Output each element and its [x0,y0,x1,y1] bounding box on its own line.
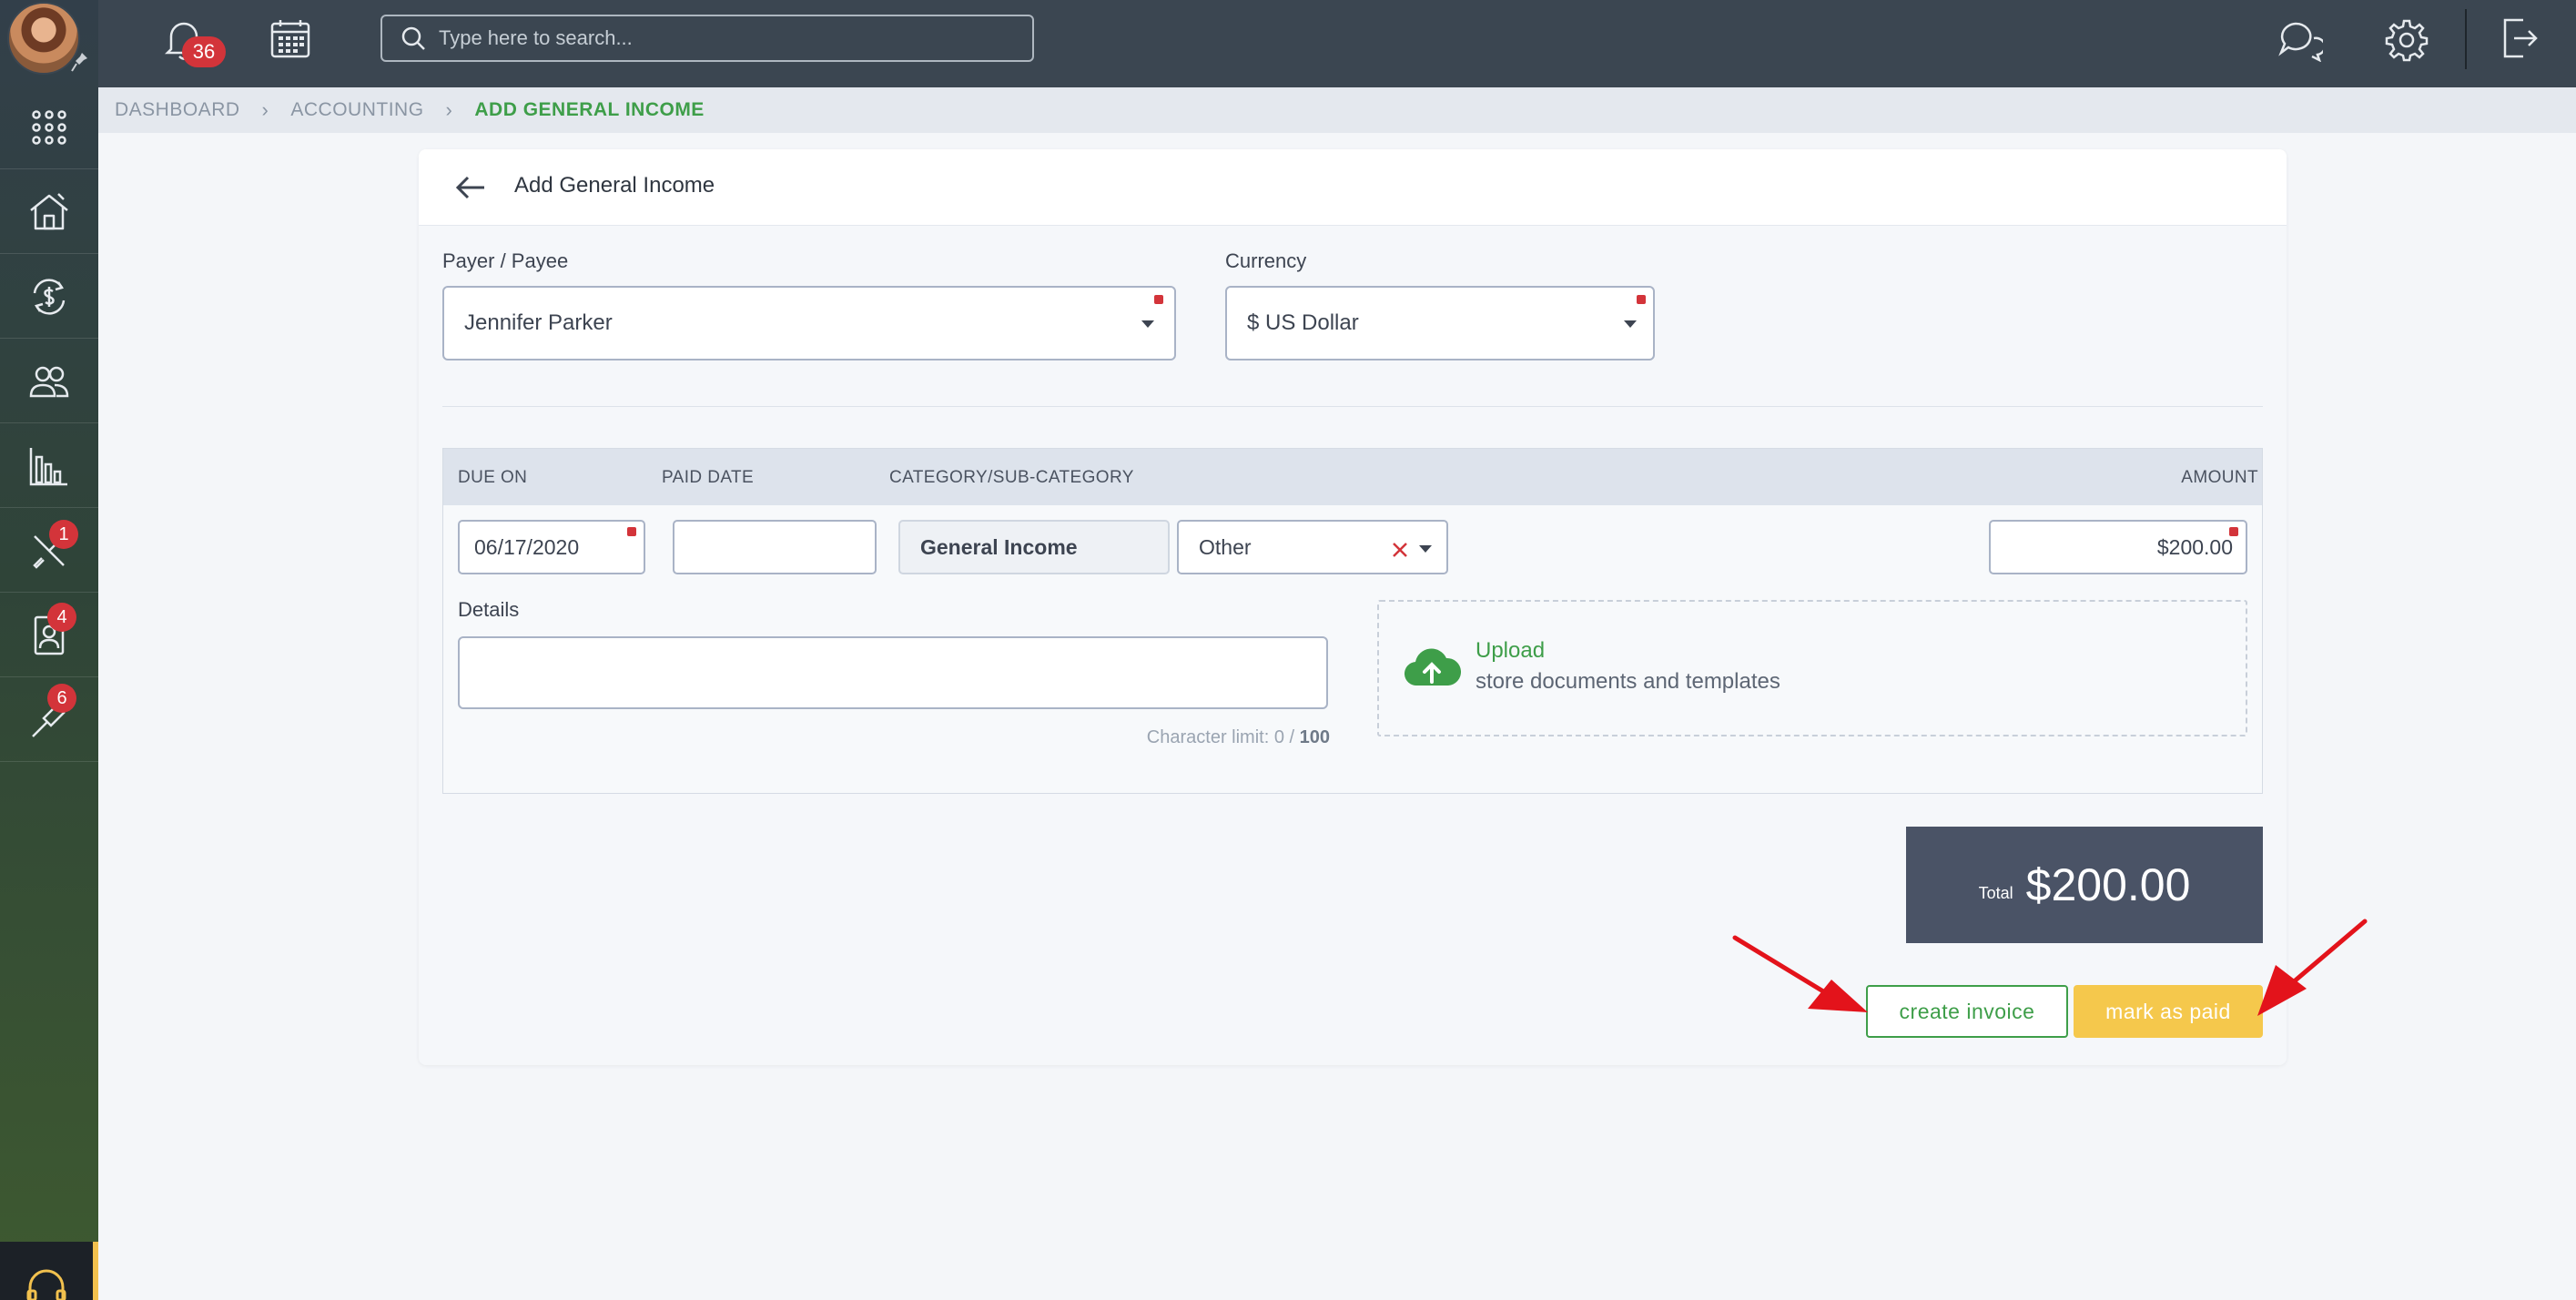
col-due-on: DUE ON [458,468,528,487]
breadcrumb-current: ADD GENERAL INCOME [474,99,705,120]
sidebar-item-properties[interactable] [0,170,98,254]
character-limit: Character limit: 0 / 100 [1147,727,1330,748]
currency-select[interactable]: $ US Dollar [1225,286,1655,361]
divider [442,406,2263,407]
sidebar-item-apps[interactable] [0,86,98,169]
maintenance-badge: 1 [49,520,78,549]
headset-icon [26,1269,66,1300]
sidebar-item-accounting[interactable] [0,255,98,339]
contacts-badge: 4 [47,603,76,632]
income-form-card: Add General Income Payer / Payee Jennife… [419,149,2287,1065]
subcategory-value: Other [1199,534,1252,559]
col-paid-date: PAID DATE [662,468,755,487]
chevron-right-icon: › [261,98,269,121]
required-indicator [1637,295,1646,304]
due-on-value: 06/17/2020 [474,534,580,559]
breadcrumb-dashboard[interactable]: DASHBOARD [115,99,240,121]
clear-icon[interactable] [1392,542,1408,558]
tools-badge: 6 [47,684,76,713]
character-limit-max: 100 [1299,727,1330,747]
total-value: $200.00 [2025,859,2191,910]
payer-select[interactable]: Jennifer Parker [442,286,1176,361]
people-icon [29,366,69,397]
apps-grid-icon [32,109,66,145]
notification-badge: 36 [182,36,226,67]
logout-icon[interactable] [2500,16,2540,60]
user-avatar[interactable] [7,2,80,75]
details-label: Details [458,598,520,621]
gear-icon[interactable] [2385,18,2429,62]
bar-chart-icon [29,447,67,485]
calendar-icon[interactable] [269,18,311,60]
details-textarea[interactable] [458,636,1328,709]
amount-value: $200.00 [2156,534,2233,559]
page-title: Add General Income [514,173,715,198]
table-header: DUE ON PAID DATE CATEGORY/SUB-CATEGORY A… [443,449,2262,505]
payer-value: Jennifer Parker [464,310,613,335]
search-input[interactable] [439,26,1003,50]
back-arrow-icon[interactable] [455,173,486,202]
sidebar: 1 4 6 [0,0,98,1300]
cloud-upload-icon [1405,648,1461,686]
support-button[interactable] [0,1242,98,1300]
sidebar-item-tools[interactable]: 6 [0,678,98,762]
currency-value: $ US Dollar [1247,310,1359,335]
character-limit-text: Character limit: 0 / [1146,727,1300,747]
card-header: Add General Income [419,149,2287,226]
caret-down-icon [1624,320,1637,328]
col-category: CATEGORY/SUB-CATEGORY [889,468,1134,487]
col-amount: AMOUNT [2181,468,2258,487]
pin-icon[interactable] [71,51,89,73]
breadcrumb-accounting[interactable]: ACCOUNTING [290,99,423,121]
total-box: Total $200.00 [1906,827,2263,943]
dollar-cycle-icon [33,278,66,315]
amount-field[interactable]: $200.00 [1989,520,2247,574]
required-indicator [2229,527,2238,536]
payer-label: Payer / Payee [442,249,569,272]
caret-down-icon [1419,545,1432,553]
category-value: General Income [920,534,1078,559]
caret-down-icon [1141,320,1154,328]
currency-label: Currency [1225,249,1307,272]
required-indicator [627,527,636,536]
top-bar: 36 [98,0,2576,87]
subcategory-select[interactable]: Other [1177,520,1448,574]
chevron-right-icon: › [445,98,453,121]
house-icon [30,192,68,229]
upload-subtitle: store documents and templates [1476,669,1780,694]
category-field: General Income [898,520,1170,574]
upload-title[interactable]: Upload [1476,638,1545,664]
sidebar-item-people[interactable] [0,340,98,423]
mark-as-paid-button[interactable]: mark as paid [2074,985,2263,1038]
income-line-table: DUE ON PAID DATE CATEGORY/SUB-CATEGORY A… [442,448,2263,794]
required-indicator [1154,295,1163,304]
sidebar-item-contacts[interactable]: 4 [0,594,98,677]
top-divider [2465,9,2467,69]
due-on-field[interactable]: 06/17/2020 [458,520,645,574]
breadcrumb: DASHBOARD › ACCOUNTING › ADD GENERAL INC… [98,87,2576,133]
annotation-arrow-right [2257,919,2368,1016]
sidebar-item-maintenance[interactable]: 1 [0,509,98,593]
upload-dropzone[interactable]: Upload store documents and templates [1377,600,2247,736]
search-icon [401,26,425,50]
search-box[interactable] [380,15,1034,62]
total-label: Total [1978,883,2013,902]
sidebar-item-reports[interactable] [0,424,98,508]
create-invoice-button[interactable]: create invoice [1866,985,2068,1038]
chat-icon[interactable] [2277,18,2323,62]
paid-date-field[interactable] [673,520,877,574]
annotation-arrow-left [1732,935,1868,1012]
